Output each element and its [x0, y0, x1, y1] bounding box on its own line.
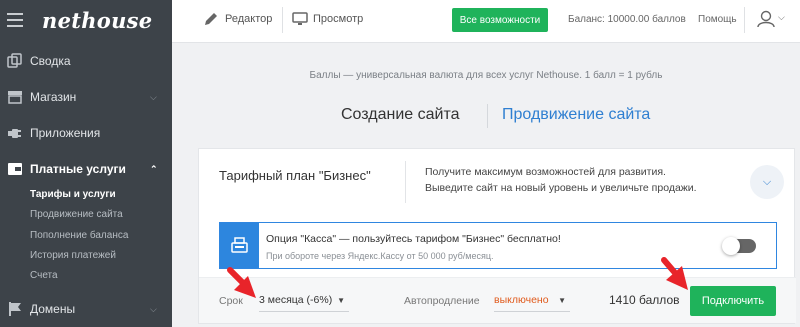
order-row: Срок 3 месяца (-6%) ▼ Автопродление выкл…	[199, 277, 796, 323]
chevron-up-icon: ⌃	[150, 163, 158, 174]
points-info: Баллы — универсальная валюта для всех ус…	[309, 70, 663, 81]
caret-down-icon: ▼	[558, 296, 566, 305]
kassa-icon-box	[220, 223, 259, 268]
sidebar-subitem-invoices[interactable]: Счета	[30, 270, 58, 281]
sidebar-item-paid-services[interactable]: Платные услуги ⌃	[0, 151, 172, 187]
editor-link[interactable]: Редактор	[225, 13, 272, 25]
expand-button[interactable]: ⌵	[750, 165, 784, 199]
sidebar-item-store[interactable]: Магазин ⌵	[0, 79, 172, 115]
chevron-down-icon[interactable]: ⌵	[778, 12, 785, 23]
plug-icon	[8, 129, 21, 138]
autorenew-value: выключено	[494, 293, 549, 306]
monitor-icon	[292, 12, 308, 25]
annotation-arrow-icon	[227, 267, 256, 298]
plan-description-line: Получите максимум возможностей для разви…	[425, 166, 666, 178]
top-bar: Редактор Просмотр Все возможности Баланс…	[172, 0, 800, 43]
chevron-down-icon: ⌵	[150, 303, 157, 314]
sidebar-item-summary[interactable]: Сводка	[0, 43, 172, 79]
menu-icon[interactable]	[7, 13, 23, 27]
tab-promote-site[interactable]: Продвижение сайта	[502, 106, 650, 124]
sidebar-header: nethouse	[0, 0, 172, 43]
plan-title: Тарифный план "Бизнес"	[219, 168, 371, 183]
sidebar-subitem-history[interactable]: История платежей	[30, 250, 116, 261]
term-select[interactable]: 3 месяца (-6%) ▼	[259, 288, 349, 312]
sidebar-subitem-topup[interactable]: Пополнение баланса	[30, 230, 128, 241]
annotation-arrow-icon	[661, 257, 688, 290]
sidebar-subitem-promotion[interactable]: Продвижение сайта	[30, 209, 123, 220]
term-value: 3 месяца (-6%)	[259, 293, 333, 306]
sidebar-item-label: Магазин	[30, 90, 77, 104]
divider	[405, 161, 406, 203]
logo[interactable]: nethouse	[42, 8, 152, 33]
flag-icon	[9, 302, 21, 316]
plan-description-line: Выведите сайт на новый уровень и увеличь…	[425, 182, 697, 194]
pencil-icon	[205, 13, 217, 25]
kassa-subtitle: При обороте через Яндекс.Кассу от 50 000…	[266, 251, 494, 261]
connect-button[interactable]: Подключить	[690, 286, 776, 316]
sidebar-subitem-tariffs[interactable]: Тарифы и услуги	[30, 189, 116, 200]
sidebar-item-label: Домены	[30, 302, 76, 316]
chevron-down-icon: ⌵	[150, 91, 157, 102]
autorenew-select[interactable]: выключено ▼	[494, 288, 570, 312]
kassa-toggle[interactable]	[722, 237, 756, 255]
preview-link[interactable]: Просмотр	[313, 13, 363, 25]
autorenew-label: Автопродление	[404, 295, 480, 307]
wallet-icon	[8, 163, 22, 175]
plan-card: Тарифный план "Бизнес" Получите максимум…	[198, 148, 796, 324]
copy-icon	[7, 53, 22, 68]
sidebar-item-label: Приложения	[30, 126, 101, 140]
sidebar-item-apps[interactable]: Приложения	[0, 115, 172, 151]
sidebar-item-label: Платные услуги	[30, 162, 126, 176]
divider	[282, 7, 283, 33]
tab-create-site[interactable]: Создание сайта	[341, 106, 460, 124]
sidebar-item-label: Сводка	[30, 54, 71, 68]
balance-text: Баланс: 10000.00 баллов	[568, 14, 686, 25]
chevron-down-icon: ⌵	[762, 176, 772, 188]
plan-description: Получите максимум возможностей для разви…	[425, 164, 697, 196]
all-features-button[interactable]: Все возможности	[452, 8, 548, 32]
divider	[487, 104, 488, 128]
caret-down-icon: ▼	[337, 296, 345, 305]
help-link[interactable]: Помощь	[698, 14, 737, 25]
toggle-knob	[722, 237, 740, 255]
store-icon	[8, 91, 22, 104]
divider	[744, 7, 745, 33]
cash-register-icon	[231, 237, 248, 253]
kassa-title: Опция "Касса" — пользуйтесь тарифом "Биз…	[266, 233, 561, 245]
sidebar-item-domains[interactable]: Домены ⌵	[0, 291, 172, 327]
sidebar: nethouse Сводка Магазин ⌵ Приложения Пла…	[0, 0, 172, 327]
user-icon[interactable]	[756, 10, 776, 28]
